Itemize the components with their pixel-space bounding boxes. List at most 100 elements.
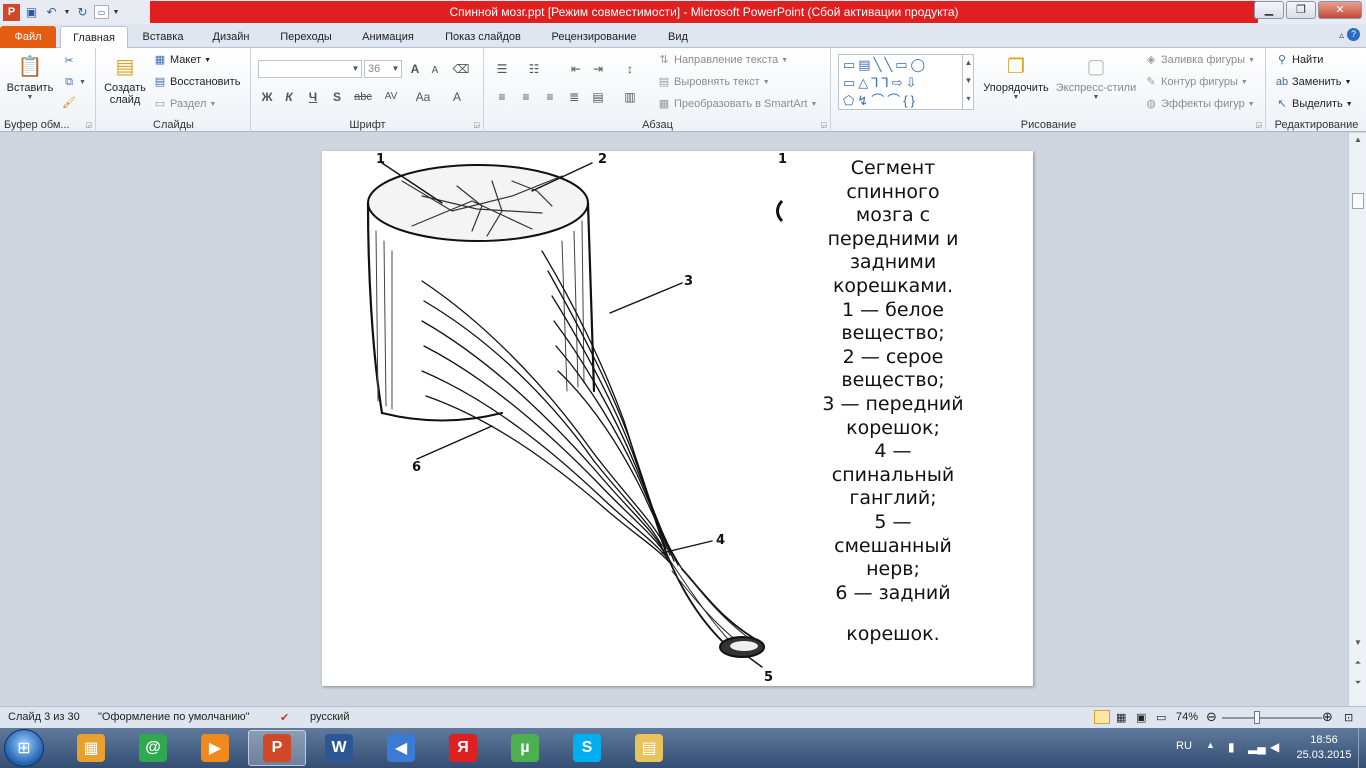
clear-format-icon[interactable]: ⌫ bbox=[452, 60, 470, 78]
font-name-combo[interactable]: ▼ bbox=[258, 60, 362, 78]
tab-design[interactable]: Дизайн bbox=[200, 26, 262, 48]
bullets-icon[interactable]: ☰ bbox=[493, 60, 511, 78]
shape-outline-button[interactable]: ✎ Контур фигуры ▼ bbox=[1144, 75, 1247, 89]
change-case-button[interactable]: Aa bbox=[410, 88, 436, 106]
taskbar-powerpoint[interactable]: P bbox=[248, 730, 306, 766]
align-text-button[interactable]: ▤ Выровнять текст ▼ bbox=[657, 75, 770, 89]
align-left-icon[interactable]: ≡ bbox=[493, 88, 511, 106]
grow-font-button[interactable]: A bbox=[406, 60, 424, 78]
tab-file[interactable]: Файл bbox=[0, 26, 56, 48]
align-right-icon[interactable]: ≡ bbox=[541, 88, 559, 106]
layout-button[interactable]: ▦ Макет ▼ bbox=[153, 53, 211, 67]
slideshow-view-icon[interactable]: ▭ bbox=[1156, 711, 1166, 724]
taskbar-yandex[interactable]: Я bbox=[434, 730, 492, 766]
language-indicator[interactable]: русский bbox=[310, 711, 349, 723]
shape-effects-button[interactable]: ◍ Эффекты фигур ▼ bbox=[1144, 97, 1255, 111]
customize-qat-icon[interactable]: ▼ bbox=[112, 4, 120, 21]
taskbar-utorrent[interactable]: µ bbox=[496, 730, 554, 766]
tab-review[interactable]: Рецензирование bbox=[540, 26, 648, 48]
system-clock[interactable]: 18:56 25.03.2015 bbox=[1292, 733, 1356, 763]
minimize-ribbon-icon[interactable]: ▵ bbox=[1339, 30, 1344, 41]
text-direction-button[interactable]: ⇅ Направление текста ▼ bbox=[657, 53, 788, 67]
taskbar-word[interactable]: W bbox=[310, 730, 368, 766]
align-center-icon[interactable]: ≡ bbox=[517, 88, 535, 106]
zoom-level[interactable]: 74% bbox=[1176, 711, 1198, 723]
font-size-combo[interactable]: 36 ▼ bbox=[364, 60, 402, 78]
strikethrough-button[interactable]: abc bbox=[350, 88, 376, 106]
close-button[interactable]: ✕ bbox=[1318, 1, 1362, 19]
redo-icon[interactable]: ↻ bbox=[74, 4, 91, 21]
taskbar-media-player[interactable]: ▶ bbox=[186, 730, 244, 766]
new-slide-button[interactable]: ▤ Создать слайд bbox=[101, 52, 149, 106]
find-button[interactable]: ⚲ Найти bbox=[1275, 53, 1323, 67]
powerpoint-app-icon[interactable]: P bbox=[3, 3, 20, 21]
zoom-in-icon[interactable]: ⊕ bbox=[1322, 709, 1333, 725]
reset-button[interactable]: ▤ Восстановить bbox=[153, 75, 241, 89]
underline-button[interactable]: Ч bbox=[304, 88, 322, 106]
tab-animation[interactable]: Анимация bbox=[350, 26, 426, 48]
columns-icon[interactable]: ▥ bbox=[621, 88, 639, 106]
dialog-launcher-icon[interactable]: ◲ bbox=[473, 121, 480, 129]
bold-button[interactable]: Ж bbox=[258, 88, 276, 106]
vertical-scrollbar[interactable]: ▲ ▼ ⏶ ⏷ bbox=[1348, 133, 1366, 706]
format-painter-button[interactable]: 🖌 bbox=[62, 96, 76, 110]
tab-view[interactable]: Вид bbox=[656, 26, 700, 48]
increase-indent-icon[interactable]: ⇥ bbox=[589, 60, 607, 78]
shrink-font-button[interactable]: A bbox=[426, 62, 444, 80]
zoom-out-icon[interactable]: ⊖ bbox=[1206, 709, 1217, 725]
copy-button[interactable]: ⧉ ▼ bbox=[62, 75, 86, 89]
restore-button[interactable]: ❐ bbox=[1286, 1, 1316, 19]
slide-canvas[interactable]: 1 2 1 3 4 5 6 Сегмент спинного мозга с пере… bbox=[322, 151, 1033, 686]
taskbar-paint[interactable]: ▦ bbox=[62, 730, 120, 766]
tab-home[interactable]: Главная bbox=[60, 26, 128, 48]
paste-button[interactable]: 📋 Вставить ▼ bbox=[4, 52, 56, 101]
arrange-button[interactable]: ❐ Упорядочить ▼ bbox=[978, 52, 1054, 101]
tab-slideshow[interactable]: Показ слайдов bbox=[434, 26, 532, 48]
shadow-button[interactable]: S bbox=[328, 88, 346, 106]
convert-smartart-button[interactable]: ▦ Преобразовать в SmartArt ▼ bbox=[657, 97, 818, 111]
input-language[interactable]: RU bbox=[1176, 740, 1192, 752]
normal-view-icon[interactable] bbox=[1094, 710, 1110, 724]
section-button[interactable]: ▭ Раздел ▼ bbox=[153, 97, 217, 111]
start-slideshow-icon[interactable]: ▭ bbox=[94, 5, 109, 19]
taskbar-explorer[interactable]: ▤ bbox=[620, 730, 678, 766]
slide-sorter-icon[interactable]: ▦ bbox=[1116, 711, 1126, 724]
cut-button[interactable]: ✂ bbox=[62, 54, 76, 68]
start-button[interactable]: ⊞ bbox=[4, 729, 44, 767]
shape-fill-button[interactable]: ◈ Заливка фигуры ▼ bbox=[1144, 53, 1255, 67]
reading-view-icon[interactable]: ▣ bbox=[1136, 711, 1146, 724]
tab-transitions[interactable]: Переходы bbox=[270, 26, 342, 48]
tab-insert[interactable]: Вставка bbox=[132, 26, 194, 48]
numbering-icon[interactable]: ☷ bbox=[525, 60, 543, 78]
minimize-button[interactable]: ▁ bbox=[1254, 1, 1284, 19]
spellcheck-icon[interactable]: ✔ bbox=[280, 711, 289, 724]
decrease-indent-icon[interactable]: ⇤ bbox=[567, 60, 585, 78]
scroll-thumb[interactable] bbox=[1352, 193, 1364, 209]
dialog-launcher-icon[interactable]: ◲ bbox=[85, 121, 92, 129]
replace-button[interactable]: ab Заменить ▼ bbox=[1275, 75, 1352, 89]
zoom-slider-track[interactable] bbox=[1222, 717, 1322, 719]
zoom-slider-thumb[interactable] bbox=[1254, 711, 1260, 724]
justify-icon[interactable]: ≣ bbox=[565, 88, 583, 106]
battery-icon[interactable]: ▮ bbox=[1228, 740, 1235, 754]
dialog-launcher-icon[interactable]: ◲ bbox=[820, 121, 827, 129]
quick-styles-button[interactable]: ▢ Экспресс-стили ▼ bbox=[1054, 52, 1138, 101]
next-slide-icon[interactable]: ⏷ bbox=[1353, 678, 1363, 688]
undo-icon[interactable]: ↶ bbox=[43, 4, 60, 21]
shapes-gallery[interactable]: ▭▤╲╲▭◯ ▭△⅂⅂⇨⇩ ⬠↯⌒⌒{} bbox=[838, 54, 974, 110]
help-icon[interactable]: ? bbox=[1347, 28, 1360, 41]
shapes-scroll[interactable]: ▲ ▼ ▾ bbox=[962, 54, 974, 110]
volume-icon[interactable]: ◀ bbox=[1270, 740, 1279, 754]
taskbar-mail-agent[interactable]: @ bbox=[124, 730, 182, 766]
show-desktop-button[interactable] bbox=[1358, 728, 1366, 768]
taskbar-sound[interactable]: ◀ bbox=[372, 730, 430, 766]
save-icon[interactable]: ▣ bbox=[23, 4, 40, 21]
scroll-down-icon[interactable]: ▼ bbox=[1353, 638, 1363, 647]
previous-slide-icon[interactable]: ⏶ bbox=[1353, 658, 1363, 668]
font-color-button[interactable]: A bbox=[448, 88, 466, 106]
network-icon[interactable]: ▂▄ bbox=[1248, 740, 1266, 754]
dialog-launcher-icon[interactable]: ◲ bbox=[1255, 121, 1262, 129]
show-hidden-icons-icon[interactable]: ▲ bbox=[1206, 740, 1215, 750]
scroll-up-icon[interactable]: ▲ bbox=[1353, 135, 1363, 144]
fit-slide-icon[interactable]: ⊡ bbox=[1344, 711, 1353, 724]
